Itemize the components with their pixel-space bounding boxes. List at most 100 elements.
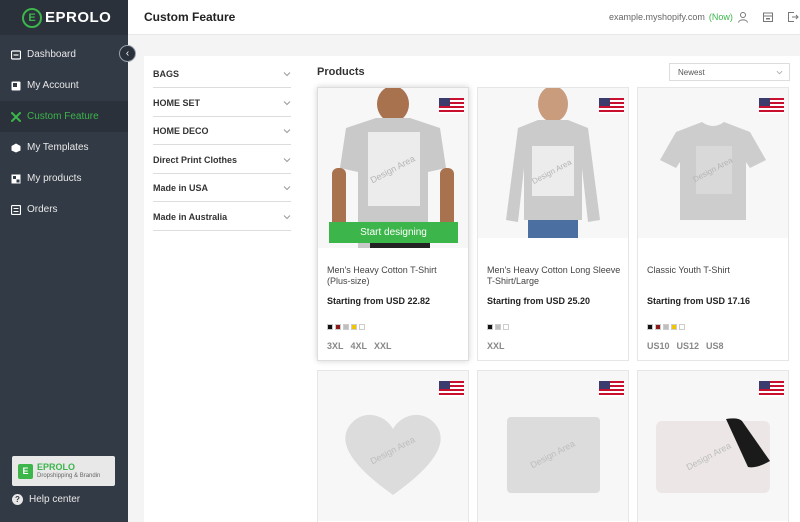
- color-swatch[interactable]: [487, 324, 493, 330]
- color-swatches: [647, 324, 687, 330]
- color-swatch[interactable]: [335, 324, 341, 330]
- size-tag: XXL: [374, 341, 392, 351]
- color-swatch[interactable]: [655, 324, 661, 330]
- sidebar-item-label: My Account: [27, 80, 79, 91]
- help-center-link[interactable]: ? Help center: [12, 494, 80, 505]
- logo[interactable]: E EPROLO: [0, 0, 128, 35]
- logout-icon[interactable]: [787, 11, 799, 23]
- filter-label: BAGS: [153, 68, 180, 79]
- product-card[interactable]: Design Area Classic Youth T-Shirt Starti…: [637, 87, 789, 361]
- filter-made-in-usa[interactable]: Made in USA: [153, 174, 291, 202]
- size-tag: 4XL: [350, 341, 368, 351]
- product-image[interactable]: Design Area Start designing: [318, 88, 468, 248]
- chevron-down-icon: [283, 100, 291, 105]
- store-icon[interactable]: [762, 11, 774, 23]
- product-image[interactable]: Design Area: [638, 371, 788, 521]
- product-image[interactable]: Design Area: [478, 88, 628, 238]
- color-swatch[interactable]: [671, 324, 677, 330]
- product-name[interactable]: Men's Heavy Cotton T-Shirt (Plus-size): [327, 265, 462, 288]
- us-flag-icon: [439, 381, 464, 397]
- sort-select[interactable]: Newest: [669, 63, 790, 81]
- sidebar-nav: Dashboard My Account Custom Feature My T…: [0, 39, 128, 225]
- sidebar-item-dashboard[interactable]: Dashboard: [0, 39, 128, 70]
- account-icon: [11, 81, 21, 91]
- brand-card-subtitle: Dropshipping & Brandin: [37, 472, 101, 479]
- product-card[interactable]: Design Area Men's Heavy Cotton Long Slee…: [477, 87, 629, 361]
- sidebar-item-orders[interactable]: Orders: [0, 194, 128, 225]
- brand-card-name: EPROLO: [37, 461, 76, 472]
- filter-home-deco[interactable]: HOME DECO: [153, 117, 291, 145]
- size-tag: US10: [647, 341, 670, 351]
- color-swatches: [487, 324, 511, 330]
- us-flag-icon: [759, 98, 784, 114]
- product-card[interactable]: Design Area: [317, 370, 469, 522]
- brand-card[interactable]: E EPROLO Dropshipping & Brandin: [12, 456, 115, 486]
- color-swatch[interactable]: [343, 324, 349, 330]
- us-flag-icon: [439, 98, 464, 114]
- tools-icon: [11, 111, 21, 122]
- chevron-down-icon: [283, 185, 291, 190]
- sidebar-item-my-account[interactable]: My Account: [0, 70, 128, 101]
- collapse-sidebar-button[interactable]: ‹: [119, 45, 136, 62]
- dashboard-icon: [11, 49, 21, 60]
- product-price: Starting from USD 25.20: [487, 296, 591, 306]
- filter-label: HOME DECO: [153, 125, 209, 136]
- filter-label: Made in Australia: [153, 211, 228, 222]
- logo-mark: E: [22, 7, 42, 28]
- products-icon: [11, 174, 21, 184]
- sort-selected-value: Newest: [678, 67, 705, 77]
- color-swatch[interactable]: [503, 324, 509, 330]
- color-swatch[interactable]: [495, 324, 501, 330]
- color-swatch[interactable]: [679, 324, 685, 330]
- size-list: XXL: [487, 341, 512, 351]
- size-tag: XXL: [487, 341, 505, 351]
- us-flag-icon: [599, 98, 624, 114]
- filter-bags[interactable]: BAGS: [153, 60, 291, 88]
- category-filters: BAGS HOME SET HOME DECO Direct Print Clo…: [144, 56, 302, 522]
- sidebar-item-custom-feature[interactable]: Custom Feature: [0, 101, 128, 132]
- filter-direct-print-clothes[interactable]: Direct Print Clothes: [153, 146, 291, 174]
- filter-made-in-australia[interactable]: Made in Australia: [153, 203, 291, 231]
- sidebar-item-label: My Templates: [27, 142, 89, 153]
- store-domain[interactable]: example.myshopify.com: [609, 12, 705, 22]
- size-tag: US8: [706, 341, 724, 351]
- size-list: 3XL 4XL XXL: [327, 341, 399, 351]
- product-image[interactable]: Design Area: [318, 371, 468, 521]
- orders-icon: [11, 204, 21, 215]
- color-swatch[interactable]: [647, 324, 653, 330]
- us-flag-icon: [759, 381, 784, 397]
- size-tag: US12: [676, 341, 700, 351]
- color-swatch[interactable]: [663, 324, 669, 330]
- help-icon: ?: [12, 494, 23, 505]
- color-swatch[interactable]: [327, 324, 333, 330]
- sidebar-item-label: Custom Feature: [27, 111, 99, 122]
- sidebar-item-my-templates[interactable]: My Templates: [0, 132, 128, 163]
- user-icon[interactable]: [737, 11, 749, 23]
- product-image[interactable]: Design Area: [478, 371, 628, 521]
- brand-logo-icon: E: [18, 463, 33, 479]
- size-list: US10 US12 US8: [647, 341, 731, 351]
- sidebar-item-label: My products: [27, 173, 82, 184]
- color-swatch[interactable]: [359, 324, 365, 330]
- product-card[interactable]: Design Area: [477, 370, 629, 522]
- us-flag-icon: [599, 381, 624, 397]
- templates-icon: [11, 143, 21, 153]
- products-panel: Products Newest Design Area Start design…: [302, 56, 800, 522]
- logo-text: EPROLO: [45, 9, 112, 26]
- product-name[interactable]: Men's Heavy Cotton Long Sleeve T-Shirt/L…: [487, 265, 622, 288]
- store-status: (Now): [708, 12, 733, 22]
- start-designing-button[interactable]: Start designing: [329, 222, 458, 243]
- product-card[interactable]: Design Area Start designing Men's Heavy …: [317, 87, 469, 361]
- filter-home-set[interactable]: HOME SET: [153, 89, 291, 117]
- sidebar-item-my-products[interactable]: My products: [0, 163, 128, 194]
- sidebar-item-label: Dashboard: [27, 49, 76, 60]
- product-card[interactable]: Design Area: [637, 370, 789, 522]
- product-price: Starting from USD 22.82: [327, 296, 431, 306]
- product-name[interactable]: Classic Youth T-Shirt: [647, 265, 782, 276]
- product-price: Starting from USD 17.16: [647, 296, 751, 306]
- color-swatch[interactable]: [351, 324, 357, 330]
- chevron-left-icon: ‹: [125, 48, 130, 59]
- store-info: example.myshopify.com (Now): [609, 12, 733, 22]
- product-image[interactable]: Design Area: [638, 88, 788, 238]
- chevron-down-icon: [283, 157, 291, 162]
